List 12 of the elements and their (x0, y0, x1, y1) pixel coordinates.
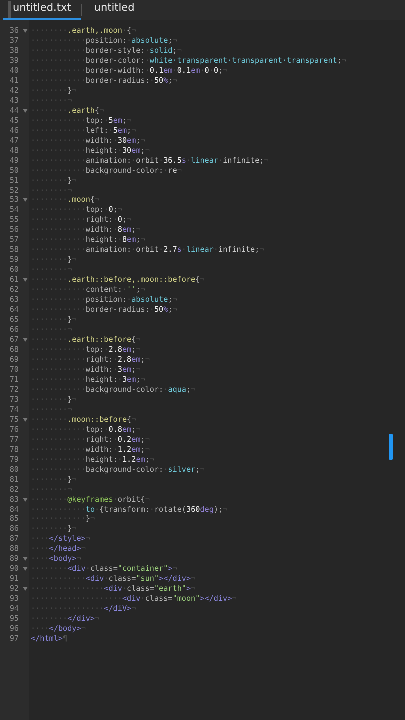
scrollbar-thumb[interactable] (389, 434, 393, 460)
caret-icon[interactable] (23, 418, 28, 422)
caret-icon[interactable] (23, 498, 28, 502)
caret-icon[interactable] (23, 567, 28, 572)
caret-icon[interactable] (23, 278, 28, 282)
caret-icon[interactable] (23, 587, 28, 592)
caret-icon[interactable] (23, 198, 28, 202)
caret-icon[interactable] (23, 338, 28, 342)
file-tab[interactable]: untitled (82, 0, 145, 20)
caret-icon[interactable] (23, 557, 28, 562)
caret-icon[interactable] (23, 108, 28, 113)
caret-icon[interactable] (23, 28, 28, 33)
